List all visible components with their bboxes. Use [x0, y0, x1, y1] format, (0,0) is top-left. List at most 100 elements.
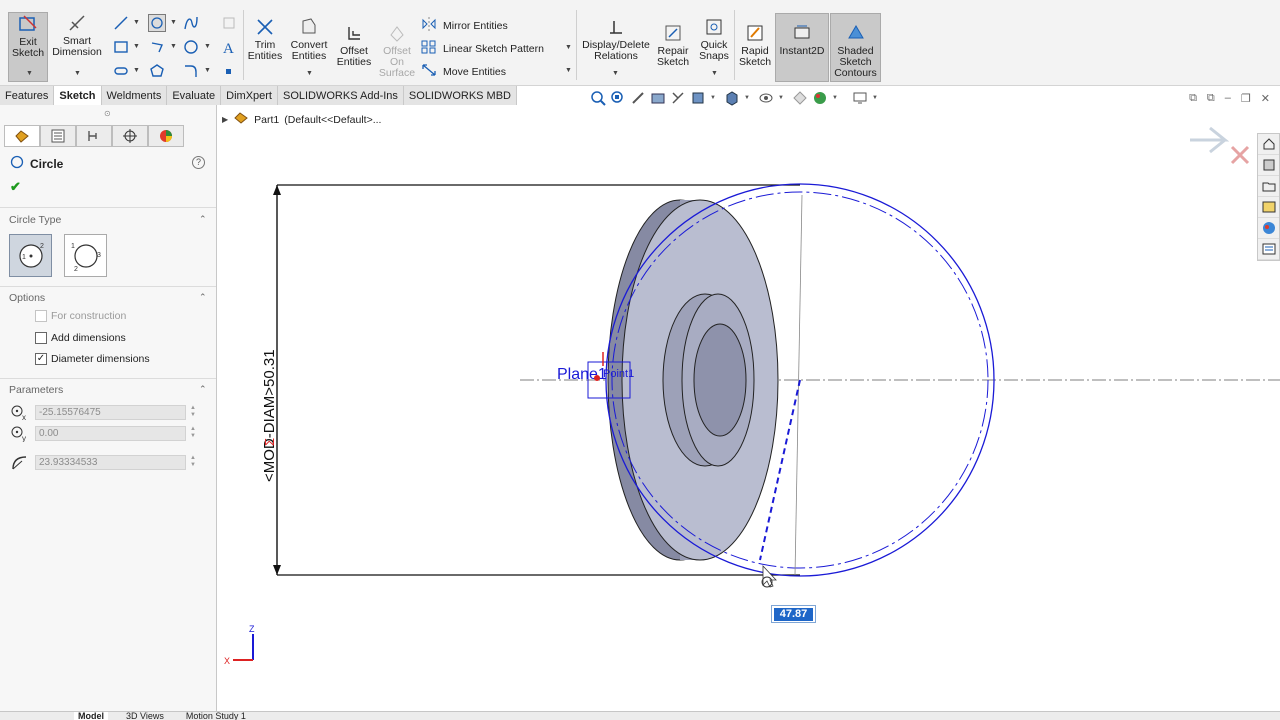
rectangle-icon[interactable]: [112, 38, 130, 56]
configuration-tab-icon[interactable]: [76, 125, 112, 147]
smart-dimension-caret-icon[interactable]: ▼: [74, 70, 81, 77]
center-x-field[interactable]: -25.15576475: [35, 405, 186, 420]
tab-model[interactable]: Model: [74, 712, 108, 720]
tab-add-ins[interactable]: SOLIDWORKS Add-Ins: [277, 86, 404, 105]
polygon-icon[interactable]: [148, 62, 166, 80]
linear-sketch-pattern-button[interactable]: Linear Sketch Pattern: [421, 40, 544, 57]
origin-point-icon[interactable]: [594, 375, 600, 381]
confirmation-corner-ok-icon[interactable]: [1190, 126, 1230, 154]
tab-evaluate[interactable]: Evaluate: [167, 86, 222, 105]
file-explorer-icon[interactable]: [1258, 176, 1279, 197]
fillet-caret-icon[interactable]: ▼: [204, 67, 211, 74]
circle-type-header[interactable]: Circle Type: [9, 214, 61, 226]
appearances-icon[interactable]: [1258, 218, 1279, 239]
perimeter-circle-button[interactable]: 1 3 2: [64, 234, 107, 277]
radius-spinner-icon[interactable]: ▲ ▼: [190, 455, 196, 469]
parameters-header[interactable]: Parameters: [9, 384, 63, 396]
rapid-sketch-button[interactable]: Rapid Sketch: [737, 22, 773, 82]
graphics-area[interactable]: Plane1 Point1 <MOD-DIAM>50.31 Σ Z X: [218, 105, 1280, 711]
task-pane: [1257, 133, 1280, 261]
point-icon[interactable]: [220, 62, 238, 80]
rectangle-caret-icon[interactable]: ▼: [133, 43, 140, 50]
minimize-icon[interactable]: –: [1225, 92, 1231, 105]
convert-entities-label: Convert Entities: [290, 39, 328, 62]
tab-sketch[interactable]: Sketch: [54, 86, 102, 105]
diameter-dimensions-checkbox[interactable]: ✓ Diameter dimensions: [35, 353, 150, 365]
center-y-field[interactable]: 0.00: [35, 426, 186, 441]
ok-checkmark-icon[interactable]: ✔: [10, 179, 21, 195]
radius-field[interactable]: 23.93334533: [35, 455, 186, 470]
add-dimensions-checkbox[interactable]: Add dimensions: [35, 332, 126, 344]
add-dimensions-box[interactable]: [35, 332, 47, 344]
tab-dimxpert[interactable]: DimXpert: [221, 86, 278, 105]
confirmation-corner-cancel-icon[interactable]: [1230, 145, 1250, 165]
tab-3d-views[interactable]: 3D Views: [122, 712, 168, 720]
center-x-spinner-icon[interactable]: ▲ ▼: [190, 405, 196, 419]
live-dimension-value[interactable]: 47.87: [774, 608, 813, 621]
relations-caret-icon[interactable]: ▼: [612, 70, 619, 77]
close-icon[interactable]: ✕: [1261, 92, 1270, 105]
text-icon[interactable]: A: [220, 38, 238, 56]
dimxpert-tab-icon[interactable]: [112, 125, 148, 147]
splitter-handle-icon[interactable]: ⊙: [104, 109, 111, 118]
move-caret-icon[interactable]: ▼: [565, 67, 572, 74]
tile-right-icon[interactable]: ⧉: [1207, 92, 1215, 105]
custom-properties-icon[interactable]: [1258, 239, 1279, 260]
quick-snaps-caret-icon[interactable]: ▼: [711, 70, 718, 77]
restore-icon[interactable]: ❐: [1241, 92, 1251, 105]
home-icon[interactable]: [1258, 134, 1279, 155]
shaded-sketch-contours-button[interactable]: Shaded Sketch Contours: [830, 13, 881, 82]
sketch-extra-icon[interactable]: [220, 14, 238, 32]
diameter-dimensions-box[interactable]: ✓: [35, 353, 47, 365]
mirror-entities-button[interactable]: Mirror Entities: [421, 17, 508, 34]
collapse-circle-type-icon[interactable]: ⌃: [199, 214, 207, 225]
repair-sketch-button[interactable]: Repair Sketch: [654, 22, 692, 82]
collapse-options-icon[interactable]: ⌃: [199, 292, 207, 303]
straight-slot-caret-icon[interactable]: ▼: [133, 67, 140, 74]
circle-icon[interactable]: [148, 14, 166, 32]
line-caret-icon[interactable]: ▼: [133, 19, 140, 26]
live-dimension-box[interactable]: 47.87: [771, 605, 816, 623]
exit-sketch-icon: [17, 13, 39, 35]
options-header[interactable]: Options: [9, 292, 45, 304]
feature-tree-tab-icon[interactable]: [40, 125, 76, 147]
center-circle-button[interactable]: 12: [9, 234, 52, 277]
vertical-dimension-text[interactable]: <MOD-DIAM>50.31: [261, 349, 278, 482]
straight-slot-icon[interactable]: [112, 62, 130, 80]
line-icon[interactable]: [112, 14, 130, 32]
spline-icon[interactable]: [182, 14, 200, 32]
circle-pm-title: Circle: [10, 155, 63, 172]
ellipse-icon[interactable]: [182, 38, 200, 56]
design-library-icon[interactable]: [1258, 155, 1279, 176]
instant2d-button[interactable]: Instant2D: [775, 13, 829, 82]
collapse-parameters-icon[interactable]: ⌃: [199, 384, 207, 395]
center-circle-icon: 12: [18, 243, 44, 268]
tab-features[interactable]: Features: [0, 86, 55, 105]
plane-label[interactable]: Plane1: [557, 366, 607, 383]
point-label[interactable]: Point1: [603, 368, 634, 380]
help-icon[interactable]: ?: [192, 156, 205, 169]
convert-caret-icon[interactable]: ▼: [306, 70, 313, 77]
slot-icon[interactable]: [148, 38, 166, 56]
offset-on-surface-button[interactable]: Offset On Surface: [377, 22, 417, 82]
trim-entities-button[interactable]: Trim Entities: [247, 16, 283, 82]
slot-caret-icon[interactable]: ▼: [170, 43, 177, 50]
move-entities-button[interactable]: Move Entities: [421, 63, 506, 80]
offset-entities-button[interactable]: Offset Entities: [334, 22, 374, 82]
tile-left-icon[interactable]: ⧉: [1189, 92, 1197, 105]
for-construction-checkbox[interactable]: For construction: [35, 310, 126, 322]
tab-motion-study[interactable]: Motion Study 1: [182, 712, 250, 720]
property-manager-tab-icon[interactable]: [4, 125, 40, 147]
tab-weldments[interactable]: Weldments: [101, 86, 168, 105]
tab-mbd[interactable]: SOLIDWORKS MBD: [403, 86, 517, 105]
pattern-caret-icon[interactable]: ▼: [565, 44, 572, 51]
display-manager-tab-icon[interactable]: [148, 125, 184, 147]
fillet-icon[interactable]: [182, 62, 200, 80]
trim-icon: [254, 16, 276, 38]
for-construction-box[interactable]: [35, 310, 47, 322]
center-y-spinner-icon[interactable]: ▲ ▼: [190, 426, 196, 440]
ellipse-caret-icon[interactable]: ▼: [204, 43, 211, 50]
exit-sketch-caret-icon[interactable]: ▼: [26, 70, 33, 77]
view-palette-icon[interactable]: [1258, 197, 1279, 218]
circle-caret-icon[interactable]: ▼: [170, 19, 177, 26]
